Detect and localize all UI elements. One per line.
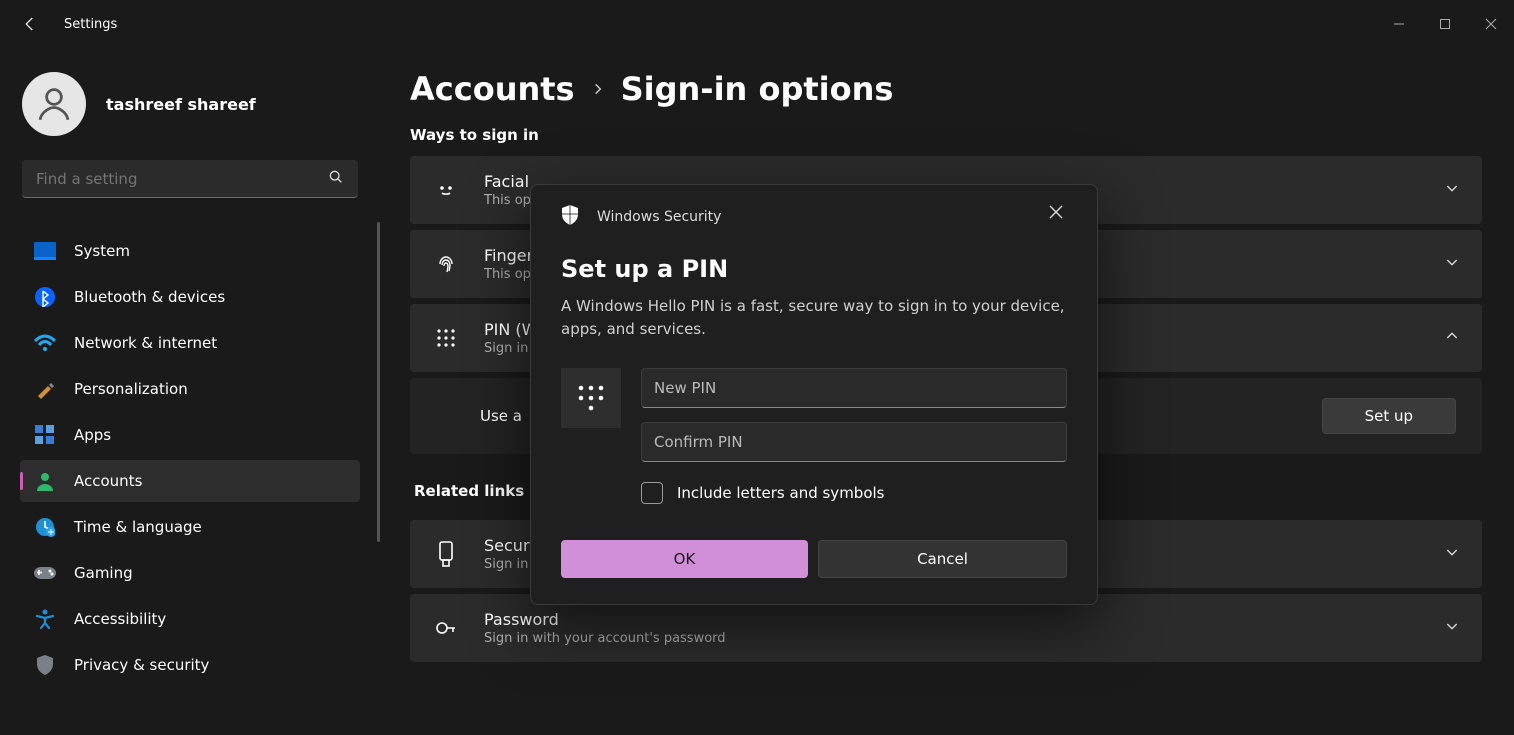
include-letters-label: Include letters and symbols [677, 484, 884, 502]
nav-label: Gaming [74, 564, 133, 582]
close-button[interactable] [1468, 8, 1514, 40]
nav-label: Accessibility [74, 610, 166, 628]
dialog-close-button[interactable] [1041, 197, 1071, 227]
nav-item-apps[interactable]: Apps [20, 414, 360, 456]
maximize-button[interactable] [1422, 8, 1468, 40]
facial-icon [432, 178, 460, 202]
confirm-pin-input[interactable] [641, 422, 1067, 462]
search-input[interactable] [22, 160, 358, 198]
password-icon [432, 616, 460, 640]
system-icon [34, 240, 56, 262]
chevron-right-icon [591, 77, 605, 101]
privacy-icon [34, 654, 56, 676]
user-name: tashreef shareef [106, 95, 256, 114]
nav-item-personalization[interactable]: Personalization [20, 368, 360, 410]
scrollbar[interactable] [377, 222, 380, 542]
nav-item-gaming[interactable]: Gaming [20, 552, 360, 594]
accessibility-icon [34, 608, 56, 630]
nav-label: Personalization [74, 380, 188, 398]
setup-label: Use a [480, 407, 522, 425]
nav-label: Time & language [74, 518, 202, 536]
app-title: Settings [64, 17, 117, 32]
fingerprint-icon [432, 252, 460, 276]
bluetooth-icon [34, 286, 56, 308]
user-block[interactable]: tashreef shareef [0, 60, 380, 160]
card-title: Finger [484, 246, 533, 265]
breadcrumb-parent[interactable]: Accounts [410, 70, 575, 108]
nav-item-network[interactable]: Network & internet [20, 322, 360, 364]
dialog-description: A Windows Hello PIN is a fast, secure wa… [561, 295, 1067, 340]
shield-icon [561, 205, 579, 229]
security-key-icon [432, 541, 460, 567]
nav-label: Privacy & security [74, 656, 209, 674]
card-subtitle: This op [484, 267, 533, 282]
personalization-icon [34, 378, 56, 400]
nav-item-bluetooth[interactable]: Bluetooth & devices [20, 276, 360, 318]
titlebar: Settings [0, 0, 1514, 48]
nav-label: Accounts [74, 472, 142, 490]
chevron-down-icon [1444, 254, 1460, 274]
nav-label: Apps [74, 426, 111, 444]
nav-label: System [74, 242, 130, 260]
nav-label: Bluetooth & devices [74, 288, 225, 306]
chevron-up-icon [1444, 328, 1460, 348]
search-icon [328, 169, 344, 189]
gaming-icon [34, 562, 56, 584]
include-letters-checkbox[interactable] [641, 482, 663, 504]
chevron-down-icon [1444, 180, 1460, 200]
nav-item-accounts[interactable]: Accounts [20, 460, 360, 502]
nav-label: Network & internet [74, 334, 217, 352]
card-title: Facial [484, 172, 531, 191]
nav-item-privacy[interactable]: Privacy & security [20, 644, 360, 686]
time-icon [34, 516, 56, 538]
dialog-app-name: Windows Security [597, 209, 721, 225]
card-title: Securi [484, 536, 534, 555]
card-subtitle: Sign in with your account's password [484, 631, 726, 646]
windows-security-dialog: Windows Security Set up a PIN A Windows … [530, 184, 1098, 605]
nav-item-time-language[interactable]: Time & language [20, 506, 360, 548]
breadcrumb: Accounts Sign-in options [410, 70, 1482, 108]
pin-pad-icon [561, 368, 621, 428]
breadcrumb-current: Sign-in options [621, 70, 894, 108]
card-subtitle: Sign in [484, 557, 534, 572]
card-subtitle: This op [484, 193, 531, 208]
cancel-button[interactable]: Cancel [818, 540, 1067, 578]
chevron-down-icon [1444, 544, 1460, 564]
nav-item-accessibility[interactable]: Accessibility [20, 598, 360, 640]
section-ways-heading: Ways to sign in [410, 126, 1482, 144]
minimize-button[interactable] [1376, 8, 1422, 40]
ok-button[interactable]: OK [561, 540, 808, 578]
pin-icon [432, 328, 460, 348]
card-title: Password [484, 610, 726, 629]
setup-button[interactable]: Set up [1322, 398, 1456, 434]
dialog-title: Set up a PIN [561, 255, 1067, 283]
apps-icon [34, 424, 56, 446]
accounts-icon [34, 470, 56, 492]
network-icon [34, 332, 56, 354]
chevron-down-icon [1444, 618, 1460, 638]
nav-list: System Bluetooth & devices Network & int… [0, 216, 380, 700]
sidebar: tashreef shareef System Bluetooth & devi… [0, 60, 380, 700]
back-button[interactable] [20, 14, 40, 34]
nav-item-system[interactable]: System [20, 230, 360, 272]
avatar [22, 72, 86, 136]
new-pin-input[interactable] [641, 368, 1067, 408]
